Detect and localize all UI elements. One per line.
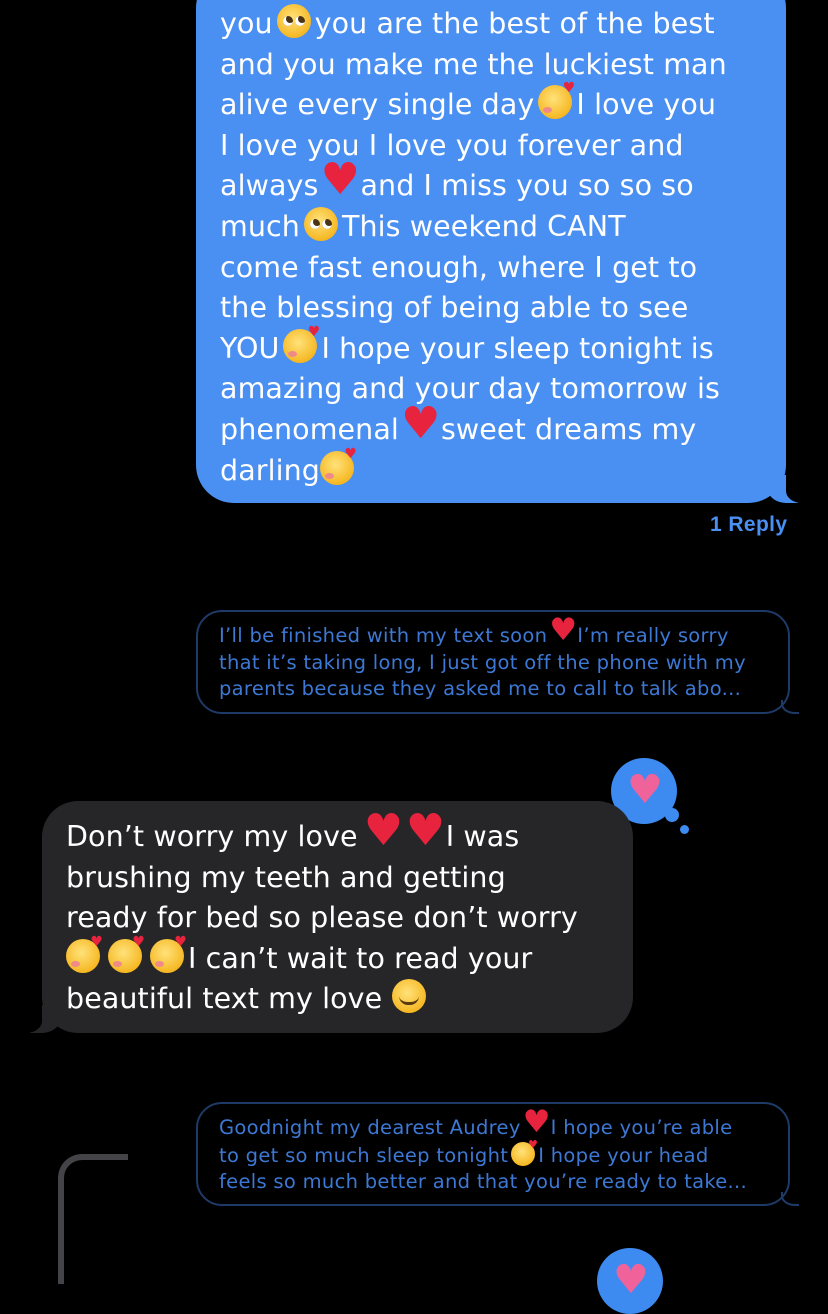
message-line: I can’t wait to read your [66,935,623,980]
smiling-face-with-hearts-emoji [283,325,320,363]
message-line: darling [220,447,768,492]
reply-line: that it’s taking long, I just got off th… [219,650,746,674]
message-line: alive every single dayI love you [220,81,768,126]
heart-tapback-icon[interactable]: ♥ [597,1248,663,1314]
red-heart-emoji [549,615,577,646]
red-heart-emoji [406,809,446,853]
message-line: YOUI hope your sleep tonight is [220,325,768,370]
reply-preview-bubble[interactable]: I’ll be finished with my text soonI’m re… [196,610,799,714]
message-line: come fast enough, where I get to [220,250,698,284]
bubble-tail [781,1192,799,1206]
message-line: amazing and your day tomorrow is [220,372,720,406]
message-line: ready for bed so please don’t worry [66,901,578,935]
smiling-face-with-hearts-emoji [108,935,145,973]
reply-line: to get so much sleep tonightI hope your … [219,1139,770,1170]
red-heart-emoji [523,1107,551,1138]
red-heart-emoji [320,158,360,202]
smiling-face-emoji [392,979,427,1014]
reply-thread-connector [58,1154,128,1284]
smiling-face-with-hearts-emoji [319,447,357,485]
message-line: you you are the best of the best [220,4,768,45]
bubble-tail [16,1003,60,1033]
message-line: much This weekend CANT [220,206,768,248]
reply-line: feels so much better and that you’re rea… [219,1170,748,1194]
bubble-tail [768,473,812,503]
smiling-face-with-hearts-emoji [150,935,187,973]
outgoing-message-bubble[interactable]: you you are the best of the best and you … [196,0,812,503]
pleading-face-emoji [303,206,338,241]
smiling-face-with-hearts-emoji [66,935,103,973]
message-line: Don’t worry my loveI was [66,809,623,858]
message-line: the blessing of being able to see [220,291,689,325]
reply-line: I’ll be finished with my text soonI’m re… [219,615,770,650]
red-heart-emoji [401,402,441,446]
incoming-message-bubble[interactable]: Don’t worry my loveI was brushing my tee… [16,801,633,1033]
smiling-face-with-hearts-emoji [538,81,575,120]
smiling-face-with-hearts-emoji [511,1139,538,1166]
message-line: and you make me the luckiest man [220,47,727,81]
message-line: phenomenalsweet dreams my [220,402,768,451]
reply-count-link[interactable]: 1 Reply [710,513,788,537]
message-line: brushing my teeth and getting [66,860,506,894]
message-line: beautiful text my love [66,979,623,1020]
message-line: I love you I love you forever and [220,128,684,162]
message-line: alwaysand I miss you so so so [220,158,768,207]
red-heart-emoji [364,809,404,853]
reply-line: parents because they asked me to call to… [219,677,742,701]
pleading-face-emoji [276,4,311,38]
bubble-tail [781,700,799,714]
reply-preview-bubble[interactable]: Goodnight my dearest AudreyI hope you’re… [196,1102,799,1206]
reply-line: Goodnight my dearest AudreyI hope you’re… [219,1107,770,1142]
